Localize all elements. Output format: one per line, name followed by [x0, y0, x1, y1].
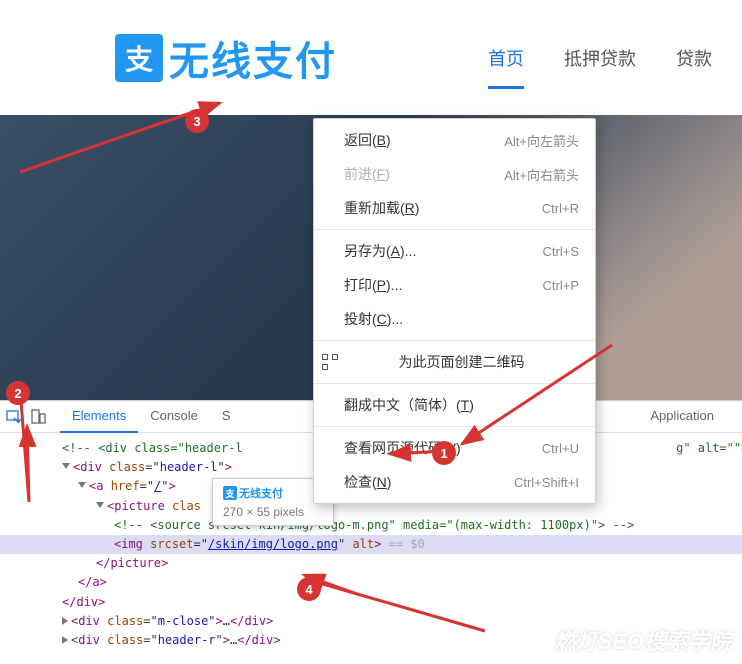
- context-menu-item[interactable]: 重新加载(R)Ctrl+R: [314, 191, 595, 225]
- tab-console[interactable]: Console: [138, 400, 210, 433]
- main-nav: 首页 抵押贷款 贷款: [488, 37, 722, 79]
- watermark: 燃灯SEO搜索学院: [554, 624, 732, 656]
- badge-4: 4: [297, 577, 321, 601]
- code-line[interactable]: <img srcset="/skin/img/logo.png" alt> ==…: [0, 535, 742, 554]
- tab-application[interactable]: Application: [638, 400, 726, 433]
- context-menu-item[interactable]: 另存为(A)...Ctrl+S: [314, 234, 595, 268]
- tooltip-dimensions: 270 × 55 pixels: [223, 505, 323, 519]
- devtools-tabs: Elements Console S Application: [60, 400, 243, 433]
- device-mode-icon[interactable]: [30, 409, 46, 425]
- nav-loan[interactable]: 贷款: [676, 37, 712, 79]
- context-menu-item[interactable]: 打印(P)...Ctrl+P: [314, 268, 595, 302]
- tab-sources[interactable]: S: [210, 400, 243, 433]
- inspect-icon[interactable]: [6, 409, 22, 425]
- context-menu-item[interactable]: 检查(N)Ctrl+Shift+I: [314, 465, 595, 499]
- tooltip-preview: 支无线支付: [223, 483, 323, 503]
- context-menu-item[interactable]: 返回(B)Alt+向左箭头: [314, 123, 595, 157]
- context-menu-item[interactable]: 投射(C)...: [314, 302, 595, 336]
- context-menu: 返回(B)Alt+向左箭头前进(F)Alt+向右箭头重新加载(R)Ctrl+R 另…: [313, 118, 596, 504]
- logo-text: 无线支付: [169, 29, 337, 87]
- badge-1: 1: [432, 441, 456, 465]
- context-menu-item[interactable]: 翻成中文（简体）(T): [314, 388, 595, 422]
- code-line[interactable]: </div>: [0, 593, 742, 612]
- page-header: 支 无线支付 首页 抵押贷款 贷款: [0, 0, 742, 115]
- context-menu-item[interactable]: 前进(F)Alt+向右箭头: [314, 157, 595, 191]
- code-line[interactable]: </picture>: [0, 554, 742, 573]
- logo[interactable]: 支 无线支付: [115, 29, 337, 87]
- badge-2: 2: [6, 381, 30, 405]
- badge-3: 3: [185, 109, 209, 133]
- nav-mortgage[interactable]: 抵押贷款: [564, 37, 636, 79]
- code-line[interactable]: </a>: [0, 573, 742, 592]
- context-menu-item[interactable]: 为此页面创建二维码: [314, 345, 595, 379]
- nav-home[interactable]: 首页: [488, 37, 524, 79]
- code-line[interactable]: <!-- <source srcset kin/img/logo-m.png" …: [0, 516, 742, 535]
- logo-icon: 支: [115, 34, 163, 82]
- tab-elements[interactable]: Elements: [60, 400, 138, 433]
